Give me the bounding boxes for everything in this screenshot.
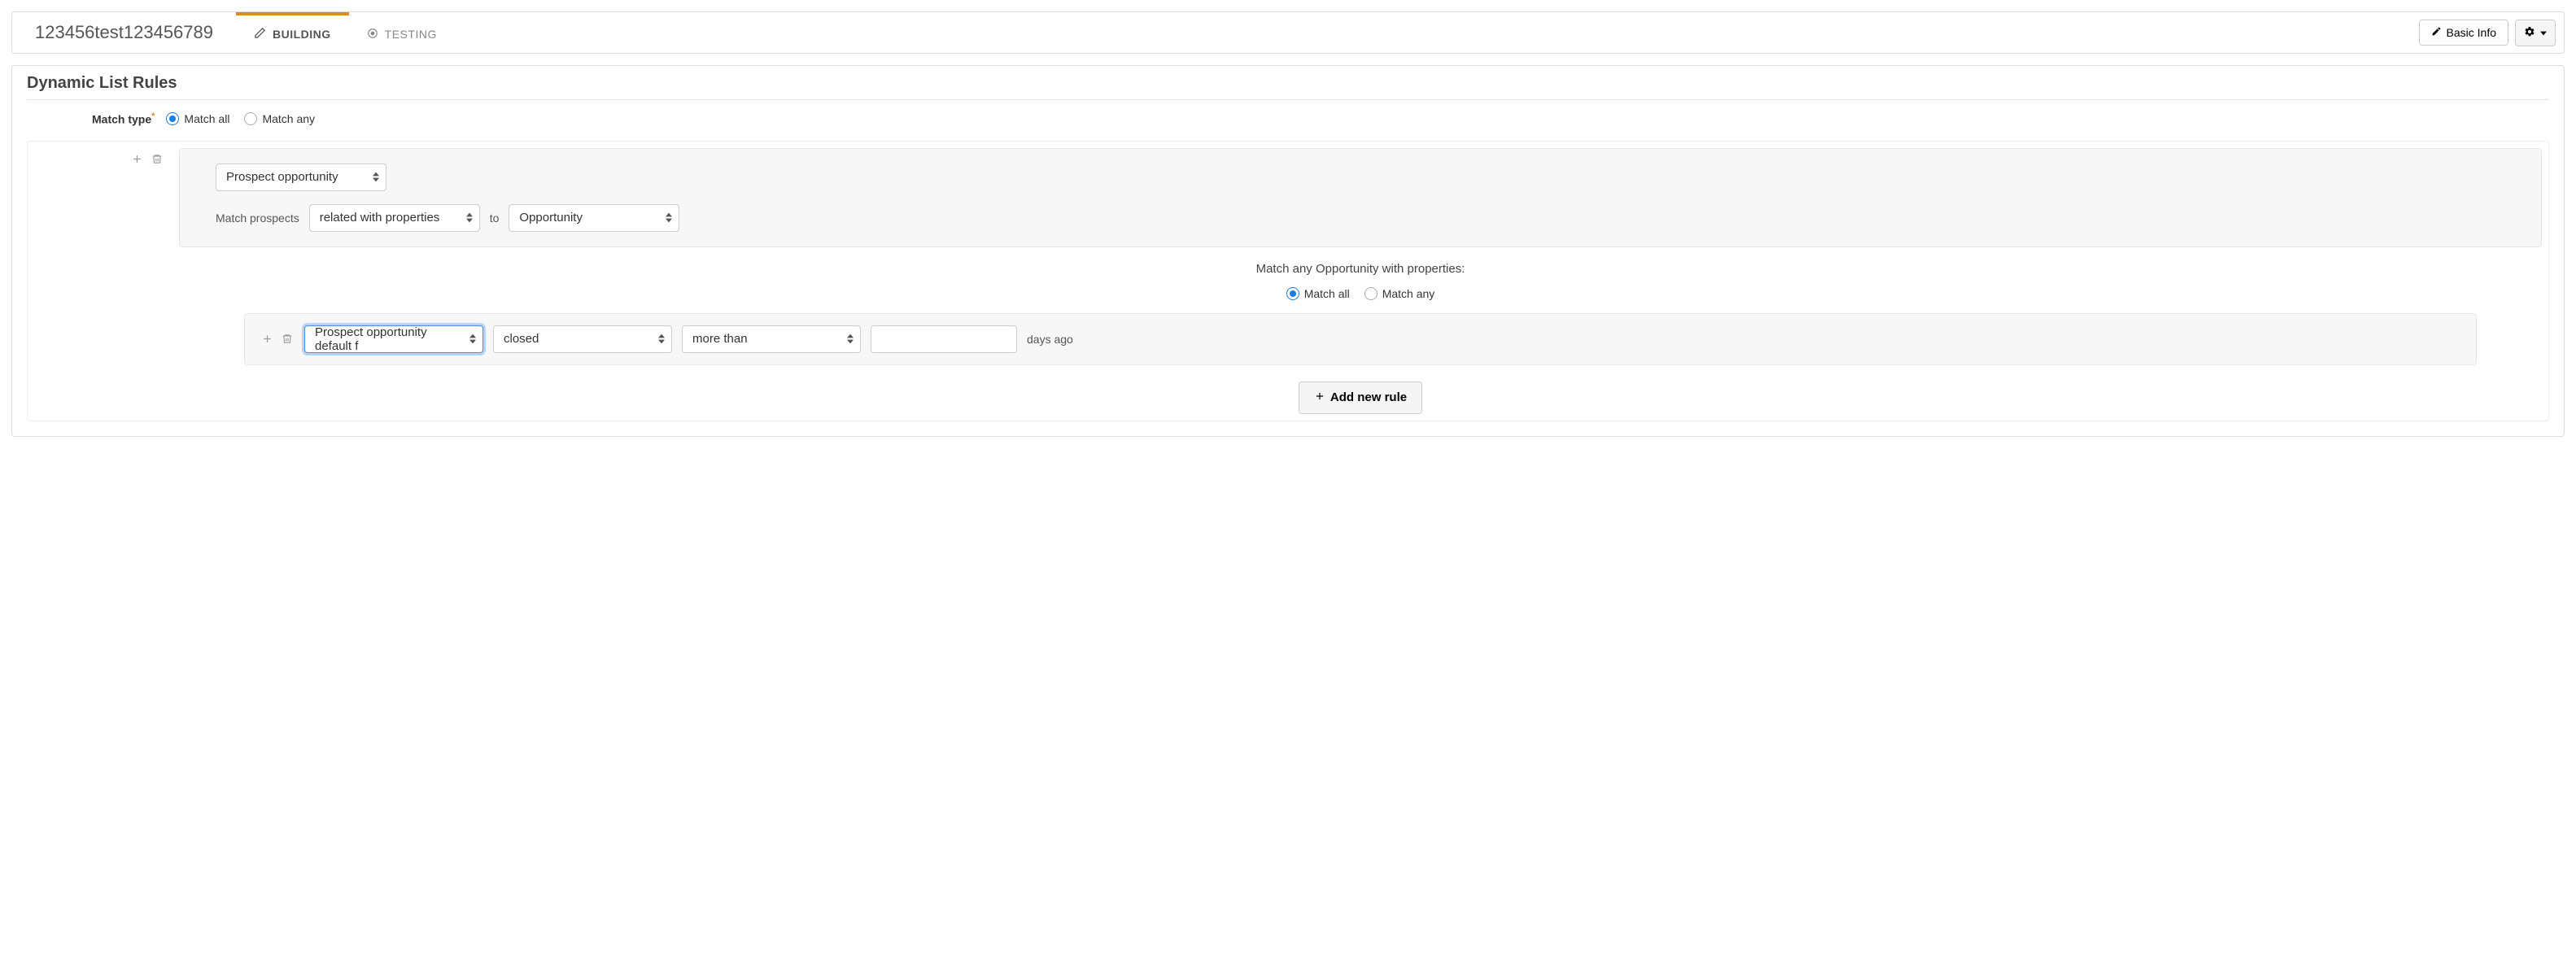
property-match-type: Match all Match any xyxy=(179,287,2542,300)
to-label: to xyxy=(490,211,500,225)
prop-match-any-label: Match any xyxy=(1382,287,1435,300)
radio-icon xyxy=(166,112,179,125)
panel-title: Dynamic List Rules xyxy=(27,74,2549,100)
tab-testing-label: TESTING xyxy=(385,28,437,41)
delete-property-button[interactable] xyxy=(280,331,295,347)
basic-info-button[interactable]: Basic Info xyxy=(2419,20,2508,46)
select-arrows-icon xyxy=(658,334,665,344)
property-comparator-value: more than xyxy=(692,332,748,346)
rule-definition-box: Prospect opportunity Match prospects rel… xyxy=(179,148,2542,247)
days-suffix: days ago xyxy=(1027,333,1073,346)
match-any-label: Match any xyxy=(262,112,315,125)
add-group-button[interactable] xyxy=(129,151,145,414)
match-type-label: Match type* xyxy=(92,111,155,126)
settings-menu-button[interactable] xyxy=(2515,20,2556,46)
prop-match-all-radio[interactable]: Match all xyxy=(1286,287,1350,300)
plus-icon xyxy=(131,153,143,165)
match-any-radio[interactable]: Match any xyxy=(244,112,315,125)
target-select[interactable]: Opportunity xyxy=(509,204,679,232)
top-bar: 123456test123456789 BUILDING TESTING Bas… xyxy=(11,11,2565,54)
basic-info-label: Basic Info xyxy=(2447,26,2496,39)
property-status-select[interactable]: closed xyxy=(493,325,672,353)
days-input[interactable] xyxy=(871,325,1017,353)
target-value: Opportunity xyxy=(519,211,583,225)
match-prospects-label: Match prospects xyxy=(216,211,299,225)
add-property-button[interactable] xyxy=(260,331,275,347)
property-field-value: Prospect opportunity default f xyxy=(315,325,461,353)
select-arrows-icon xyxy=(466,212,473,223)
property-field-select[interactable]: Prospect opportunity default f xyxy=(304,325,483,353)
tabs: BUILDING TESTING xyxy=(236,12,455,53)
target-icon xyxy=(367,28,378,41)
prop-match-all-label: Match all xyxy=(1304,287,1350,300)
relation-value: related with properties xyxy=(320,211,440,225)
rules-panel: Dynamic List Rules Match type* Match all… xyxy=(11,65,2565,437)
plus-icon xyxy=(261,333,273,345)
rules-area: Prospect opportunity Match prospects rel… xyxy=(27,141,2549,421)
caret-down-icon xyxy=(2540,26,2547,39)
select-arrows-icon xyxy=(666,212,672,223)
match-type-radio-group: Match all Match any xyxy=(166,112,315,125)
relation-select[interactable]: related with properties xyxy=(309,204,480,232)
tab-testing[interactable]: TESTING xyxy=(349,12,455,53)
property-comparator-select[interactable]: more than xyxy=(682,325,861,353)
rule-category-select[interactable]: Prospect opportunity xyxy=(216,164,386,191)
rule-category-value: Prospect opportunity xyxy=(226,170,338,184)
topbar-right: Basic Info xyxy=(2419,12,2564,53)
add-rule-button[interactable]: Add new rule xyxy=(1299,382,1422,414)
plus-icon xyxy=(1314,390,1325,405)
trash-icon xyxy=(282,333,293,345)
properties-heading: Match any Opportunity with properties: xyxy=(179,262,2542,276)
select-arrows-icon xyxy=(847,334,854,344)
property-status-value: closed xyxy=(504,332,539,346)
tab-building[interactable]: BUILDING xyxy=(236,12,349,53)
radio-icon xyxy=(244,112,257,125)
radio-icon xyxy=(1286,287,1299,300)
gear-icon xyxy=(2524,26,2535,40)
match-all-label: Match all xyxy=(184,112,229,125)
trash-icon xyxy=(151,153,163,165)
page-title: 123456test123456789 xyxy=(12,12,236,53)
radio-icon xyxy=(1364,287,1378,300)
required-indicator: * xyxy=(151,111,155,121)
rule-main: Prospect opportunity Match prospects rel… xyxy=(179,148,2542,414)
property-row: Prospect opportunity default f closed xyxy=(244,313,2477,365)
pencil-icon xyxy=(2431,26,2442,39)
select-arrows-icon xyxy=(469,334,476,344)
match-all-radio[interactable]: Match all xyxy=(166,112,229,125)
tab-building-label: BUILDING xyxy=(273,28,331,41)
match-type-row: Match type* Match all Match any xyxy=(27,111,2549,126)
select-arrows-icon xyxy=(373,172,379,182)
rule-group-actions xyxy=(34,148,164,414)
add-rule-label: Add new rule xyxy=(1330,390,1407,404)
delete-group-button[interactable] xyxy=(150,151,164,414)
edit-icon xyxy=(254,27,266,41)
prop-match-any-radio[interactable]: Match any xyxy=(1364,287,1435,300)
